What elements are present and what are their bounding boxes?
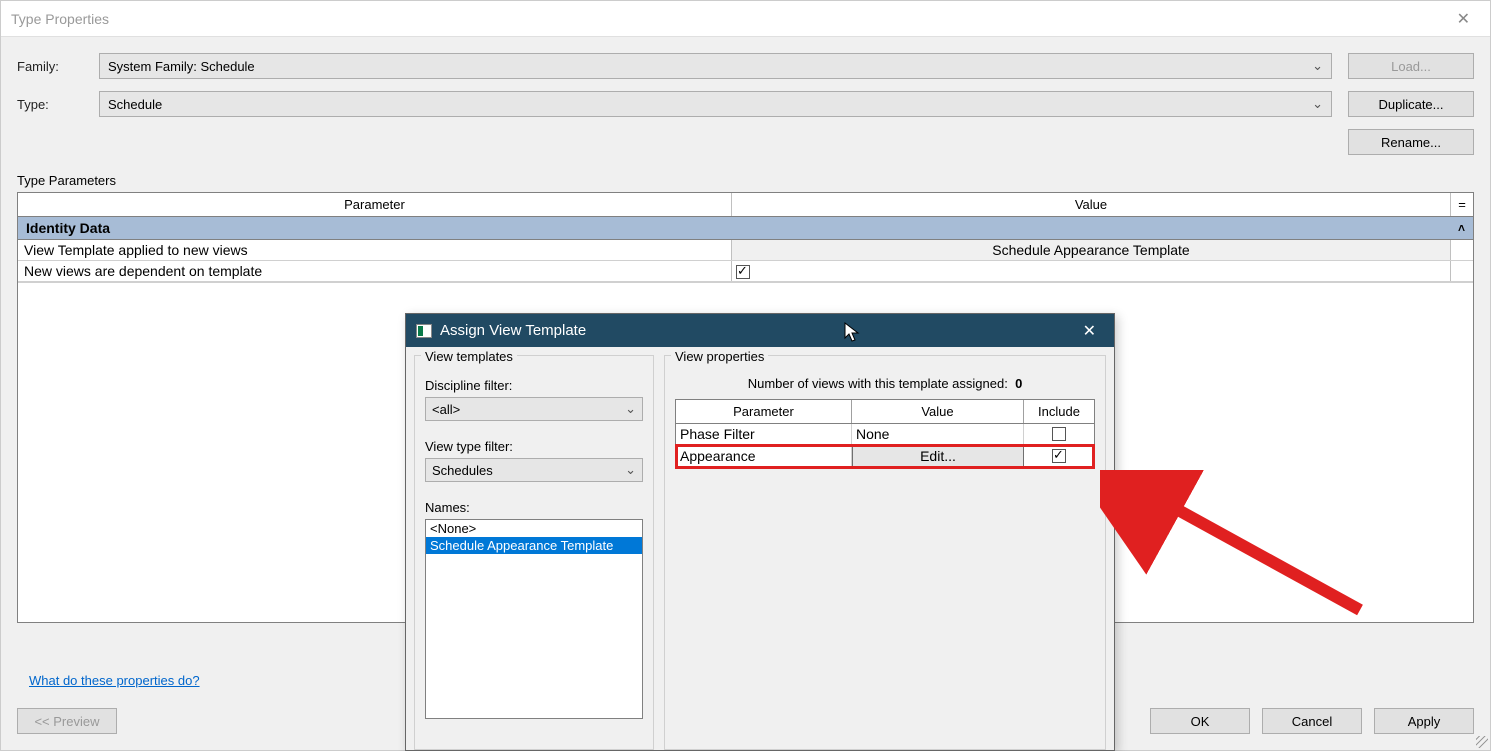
table-header-include[interactable]: Include [1024,400,1094,423]
grid-row[interactable]: New views are dependent on template [18,261,1473,282]
resize-grip-icon[interactable] [1474,734,1488,748]
type-value: Schedule [108,97,162,112]
duplicate-button[interactable]: Duplicate... [1348,91,1474,117]
cancel-button[interactable]: Cancel [1262,708,1362,734]
help-link[interactable]: What do these properties do? [29,673,200,688]
view-properties-panel: View properties Number of views with thi… [664,355,1106,750]
collapse-icon[interactable]: ˄ [1458,221,1465,235]
chevron-down-icon: ⌄ [1312,96,1323,112]
grid-group-identity-data[interactable]: Identity Data ˄ [18,217,1473,240]
app-icon [416,324,432,338]
grid-row[interactable]: View Template applied to new views Sched… [18,240,1473,261]
load-button[interactable]: Load... [1348,53,1474,79]
discipline-filter-label: Discipline filter: [425,378,643,393]
list-item[interactable]: <None> [426,520,642,537]
view-type-filter-select[interactable]: Schedules ⌄ [425,458,643,482]
close-icon[interactable]: ✕ [1075,317,1104,345]
param-cell: Phase Filter [676,424,852,444]
type-properties-titlebar: Type Properties ✕ [1,1,1490,37]
names-label: Names: [425,500,643,515]
rename-button[interactable]: Rename... [1348,129,1474,155]
type-label: Type: [17,97,99,112]
checkbox-icon[interactable] [1052,449,1066,463]
chevron-down-icon: ⌄ [1312,58,1323,74]
include-cell[interactable] [1024,424,1094,444]
family-value: System Family: Schedule [108,59,255,74]
value-cell[interactable]: Schedule Appearance Template [732,240,1451,260]
value-cell-checkbox[interactable] [732,261,1451,281]
preview-button[interactable]: << Preview [17,708,117,734]
include-cell[interactable] [1024,445,1094,467]
view-properties-table: Parameter Value Include Phase Filter Non… [675,399,1095,469]
table-header-value[interactable]: Value [852,400,1024,423]
param-cell: New views are dependent on template [18,261,732,281]
window-title: Type Properties [11,11,109,27]
grid-header-equals[interactable]: = [1451,193,1473,216]
family-combo[interactable]: System Family: Schedule ⌄ [99,53,1332,79]
table-row[interactable]: Appearance Edit... [676,445,1094,468]
assign-view-template-titlebar: Assign View Template ✕ [406,314,1114,347]
assigned-count: Number of views with this template assig… [675,376,1095,391]
grid-header-parameter[interactable]: Parameter [18,193,732,216]
table-row[interactable]: Phase Filter None [676,424,1094,445]
type-parameters-label: Type Parameters [17,173,1474,188]
edit-button[interactable]: Edit... [852,445,1024,467]
value-cell[interactable]: None [852,424,1024,444]
close-icon[interactable]: ✕ [1447,3,1480,35]
chevron-down-icon: ⌄ [625,401,636,417]
discipline-filter-select[interactable]: <all> ⌄ [425,397,643,421]
apply-button[interactable]: Apply [1374,708,1474,734]
checkbox-icon[interactable] [736,265,750,279]
param-cell: View Template applied to new views [18,240,732,260]
view-type-filter-label: View type filter: [425,439,643,454]
view-templates-panel: View templates Discipline filter: <all> … [414,355,654,750]
panel-title: View templates [421,349,517,364]
type-combo[interactable]: Schedule ⌄ [99,91,1332,117]
param-cell: Appearance [676,445,852,467]
dialog-title: Assign View Template [440,322,586,339]
ok-button[interactable]: OK [1150,708,1250,734]
checkbox-icon[interactable] [1052,427,1066,441]
assign-view-template-dialog: Assign View Template ✕ View templates Di… [405,313,1115,751]
list-item[interactable]: Schedule Appearance Template [426,537,642,554]
chevron-down-icon: ⌄ [625,462,636,478]
grid-header-value[interactable]: Value [732,193,1451,216]
panel-title: View properties [671,349,768,364]
family-label: Family: [17,59,99,74]
table-header-parameter[interactable]: Parameter [676,400,852,423]
names-list[interactable]: <None> Schedule Appearance Template [425,519,643,719]
